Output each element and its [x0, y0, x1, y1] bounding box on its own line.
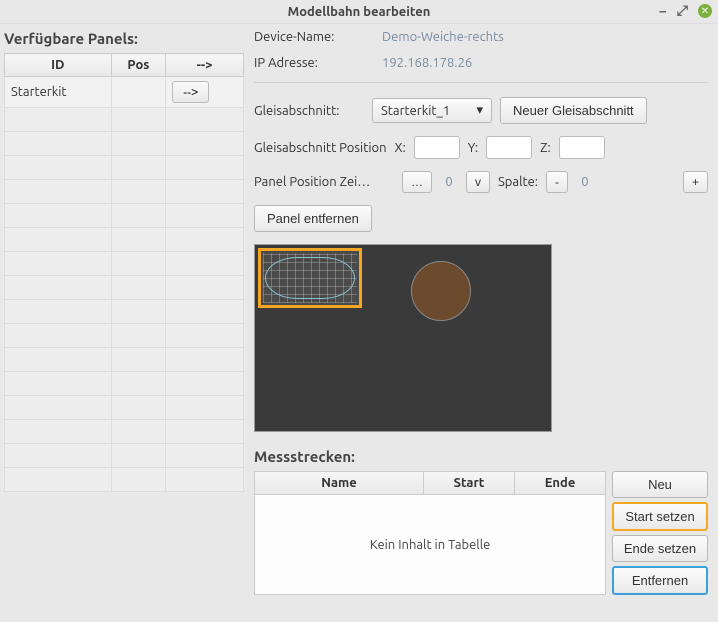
titlebar: Modellbahn bearbeiten − ⤢ ✕ [0, 0, 718, 24]
y-input[interactable] [486, 136, 532, 159]
ip-label: IP Adresse: [254, 56, 374, 70]
minimize-icon[interactable]: − [659, 3, 667, 19]
z-label: Z: [540, 141, 551, 155]
close-icon[interactable]: ✕ [698, 4, 712, 18]
meas-col-name[interactable]: Name [255, 472, 424, 494]
table-row [5, 468, 244, 492]
track-section-select[interactable]: Starterkit_1 ▾ [372, 98, 492, 123]
col-arrow[interactable]: --> [166, 54, 244, 77]
table-row [5, 132, 244, 156]
meas-remove-button[interactable]: Entfernen [612, 566, 708, 595]
ip-value: 192.168.178.26 [382, 56, 472, 70]
left-panel: Verfügbare Panels: ID Pos --> Starterkit… [0, 24, 248, 622]
panel-thumbnail[interactable] [258, 248, 362, 308]
chevron-down-icon: ▾ [476, 103, 483, 118]
track-pos-label: Gleisabschnitt Position [254, 141, 387, 155]
table-row [5, 444, 244, 468]
device-name-label: Device-Name: [254, 30, 374, 44]
new-track-section-button[interactable]: Neuer Gleisabschnitt [500, 97, 647, 124]
meas-col-start[interactable]: Start [424, 472, 515, 494]
z-input[interactable] [559, 136, 605, 159]
assign-panel-button[interactable]: --> [172, 81, 209, 103]
col-plus-button[interactable]: + [683, 171, 708, 193]
meas-empty-text: Kein Inhalt in Tabelle [255, 495, 605, 594]
col-value: 0 [576, 175, 594, 189]
row-v-button[interactable]: v [466, 171, 490, 193]
meas-new-button[interactable]: Neu [612, 471, 708, 498]
window-title: Modellbahn bearbeiten [288, 5, 431, 19]
table-row [5, 300, 244, 324]
y-label: Y: [468, 141, 478, 155]
col-pos[interactable]: Pos [111, 54, 166, 77]
turnout-circle[interactable] [411, 261, 471, 321]
table-row [5, 372, 244, 396]
separator [254, 82, 708, 83]
table-row [5, 180, 244, 204]
table-row [5, 396, 244, 420]
row-dots-button[interactable]: … [402, 171, 432, 193]
table-row [5, 252, 244, 276]
table-row [5, 108, 244, 132]
remove-panel-button[interactable]: Panel entfernen [254, 205, 372, 232]
col-id[interactable]: ID [5, 54, 112, 77]
table-row [5, 276, 244, 300]
x-input[interactable] [414, 136, 460, 159]
meas-col-end[interactable]: Ende [515, 472, 605, 494]
cell-id: Starterkit [5, 77, 112, 108]
panel-pos-label: Panel Position Zei… [254, 175, 394, 189]
col-minus-button[interactable]: - [546, 171, 568, 193]
panels-table: ID Pos --> Starterkit --> [4, 53, 244, 492]
table-row [5, 348, 244, 372]
table-row [5, 324, 244, 348]
table-row[interactable]: Starterkit --> [5, 77, 244, 108]
layout-preview[interactable] [254, 244, 552, 432]
meas-start-button[interactable]: Start setzen [612, 502, 708, 531]
available-panels-heading: Verfügbare Panels: [4, 30, 244, 47]
table-row [5, 204, 244, 228]
device-name-value: Demo-Weiche-rechts [382, 30, 504, 44]
track-section-value: Starterkit_1 [381, 104, 450, 118]
x-label: X: [395, 141, 406, 155]
table-row [5, 420, 244, 444]
row-value: 0 [440, 175, 458, 189]
maximize-icon[interactable]: ⤢ [677, 2, 688, 19]
meas-table: Name Start Ende Kein Inhalt in Tabelle [254, 471, 606, 595]
col-label: Spalte: [498, 175, 538, 189]
table-row [5, 228, 244, 252]
table-row [5, 156, 244, 180]
right-panel: Device-Name: Demo-Weiche-rechts IP Adres… [248, 24, 718, 622]
meas-heading: Messstrecken: [254, 448, 708, 465]
cell-pos [111, 77, 166, 108]
meas-end-button[interactable]: Ende setzen [612, 535, 708, 562]
track-section-label: Gleisabschnitt: [254, 104, 364, 118]
cell-arrow: --> [166, 77, 244, 108]
